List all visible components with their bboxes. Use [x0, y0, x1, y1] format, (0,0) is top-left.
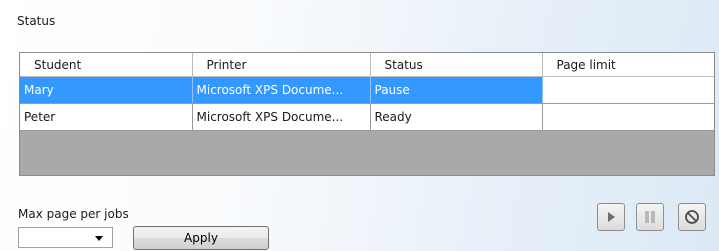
status-group-label: Status	[17, 14, 56, 28]
column-header-student[interactable]: Student	[20, 53, 193, 77]
pause-button[interactable]	[636, 203, 664, 231]
column-header-status[interactable]: Status	[370, 53, 543, 77]
play-button[interactable]	[597, 203, 625, 231]
cell-status[interactable]: Ready	[370, 103, 543, 131]
apply-button[interactable]: Apply	[133, 226, 269, 250]
pause-icon	[645, 211, 655, 223]
cell-printer[interactable]: Microsoft XPS Docume...	[192, 76, 371, 104]
block-icon	[685, 210, 699, 224]
header-row: Student Printer Status Page limit	[20, 53, 714, 77]
max-page-label: Max page per jobs	[18, 207, 129, 221]
student-status-grid[interactable]: Student Printer Status Page limit Mary M…	[19, 52, 715, 176]
cell-page-limit[interactable]	[542, 103, 714, 131]
status-table: Student Printer Status Page limit Mary M…	[20, 53, 714, 131]
cell-status[interactable]: Pause	[370, 76, 543, 104]
cell-page-limit[interactable]	[542, 76, 714, 104]
table-row[interactable]: Peter Microsoft XPS Docume... Ready	[20, 103, 714, 131]
column-header-printer[interactable]: Printer	[192, 53, 371, 77]
cell-printer[interactable]: Microsoft XPS Docume...	[192, 103, 371, 131]
stop-button[interactable]	[678, 203, 706, 231]
column-header-page-limit[interactable]: Page limit	[542, 53, 714, 77]
play-icon	[608, 212, 615, 222]
dropdown-arrow-icon[interactable]	[95, 236, 103, 241]
cell-student[interactable]: Mary	[20, 76, 193, 104]
table-row[interactable]: Mary Microsoft XPS Docume... Pause	[20, 76, 714, 104]
max-page-dropdown[interactable]	[18, 227, 113, 248]
cell-student[interactable]: Peter	[20, 103, 193, 131]
